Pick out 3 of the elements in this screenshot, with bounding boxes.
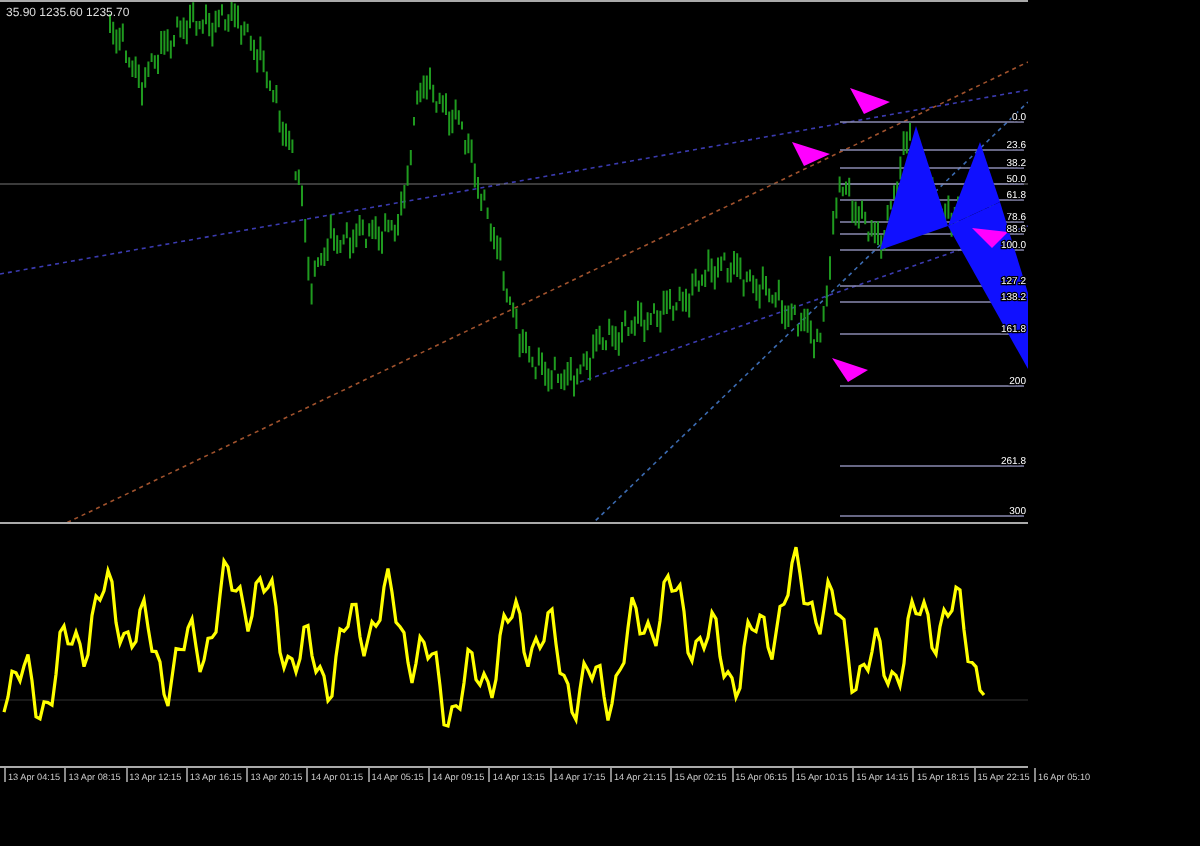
- arrow-marker-icon: [792, 142, 830, 166]
- arrow-marker-icon: [832, 358, 868, 382]
- arrow-marker-icon: [850, 88, 890, 114]
